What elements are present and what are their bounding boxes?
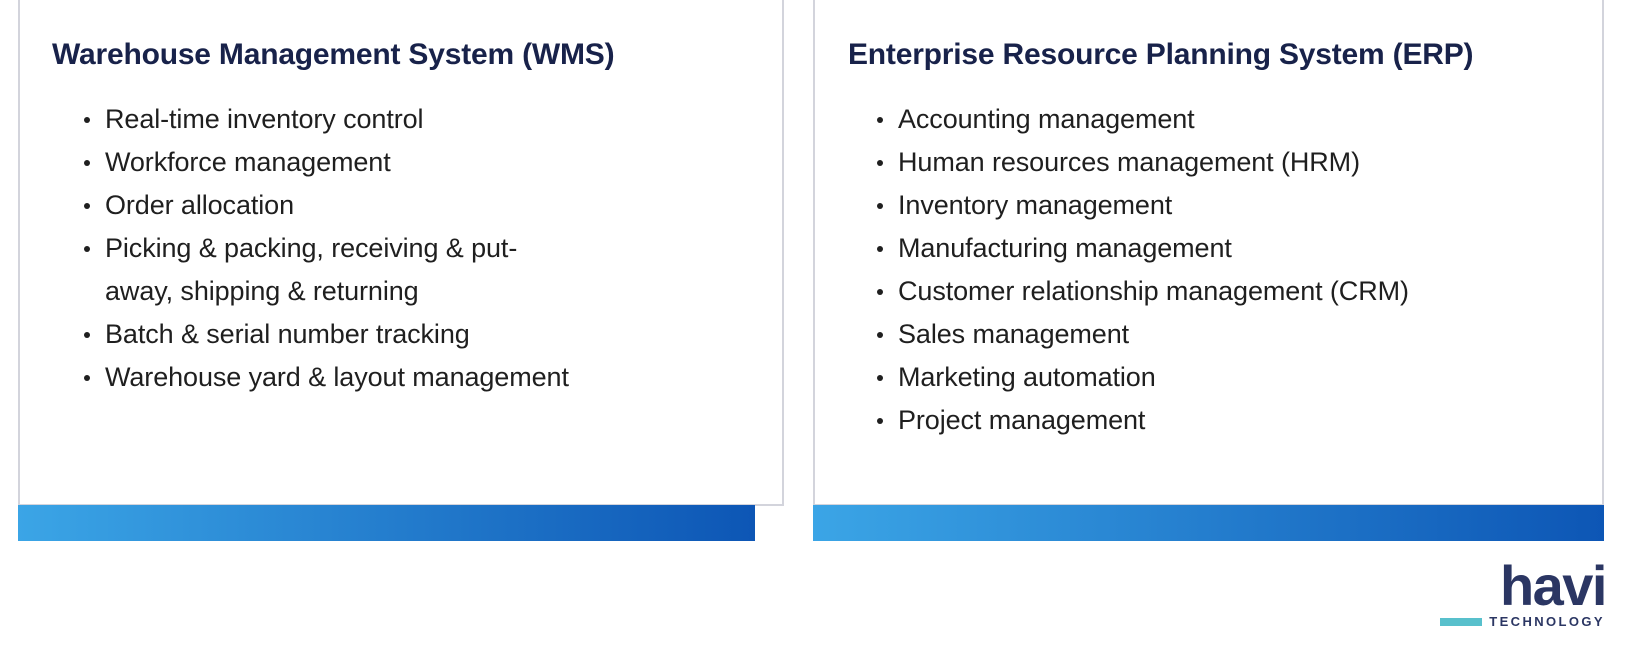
list-item-label: Picking & packing, receiving & put-away,… — [105, 233, 518, 306]
list-item-label: Marketing automation — [898, 362, 1156, 392]
list-item-label: Warehouse yard & layout management — [105, 362, 569, 392]
list-item: Marketing automation — [877, 356, 1598, 399]
accent-bar-erp — [813, 505, 1604, 541]
list-item: Batch & serial number tracking — [84, 313, 575, 356]
list-item-label: Sales management — [898, 319, 1130, 349]
list-item-label: Accounting management — [898, 104, 1195, 134]
list-item: Sales management — [877, 313, 1598, 356]
havi-technology-logo: havi TECHNOLOGY — [1432, 554, 1612, 650]
list-item-label: Order allocation — [105, 190, 294, 220]
card-erp-title: Enterprise Resource Planning System (ERP… — [848, 38, 1474, 71]
list-item: Order allocation — [84, 184, 575, 227]
card-wms-title: Warehouse Management System (WMS) — [52, 38, 615, 71]
list-item: Human resources management (HRM) — [877, 141, 1598, 184]
list-item: Manufacturing management — [877, 227, 1598, 270]
card-erp: Enterprise Resource Planning System (ERP… — [813, 0, 1604, 506]
list-item: Real-time inventory control — [84, 98, 575, 141]
logo-tagline: TECHNOLOGY — [1489, 614, 1605, 629]
list-item-label: Real-time inventory control — [105, 104, 424, 134]
list-item: Workforce management — [84, 141, 575, 184]
list-item-label: Batch & serial number tracking — [105, 319, 470, 349]
slide-canvas: Warehouse Management System (WMS) Real-t… — [0, 0, 1625, 650]
card-erp-feature-list: Accounting management Human resources ma… — [815, 98, 1602, 442]
logo-dash-icon — [1440, 617, 1483, 626]
list-item-label: Human resources management (HRM) — [898, 147, 1360, 177]
list-item: Inventory management — [877, 184, 1598, 227]
list-item-label: Inventory management — [898, 190, 1173, 220]
list-item: Customer relationship management (CRM) — [877, 270, 1598, 313]
card-wms: Warehouse Management System (WMS) Real-t… — [18, 0, 784, 506]
accent-bar-wms — [18, 505, 755, 541]
list-item-label: Workforce management — [105, 147, 391, 177]
list-item: Project management — [877, 399, 1598, 442]
logo-wordmark: havi — [1499, 554, 1608, 617]
list-item: Warehouse yard & layout management — [84, 356, 575, 399]
list-item: Picking & packing, receiving & put-away,… — [84, 227, 575, 313]
list-item-label: Manufacturing management — [898, 233, 1232, 263]
list-item-label: Project management — [898, 405, 1146, 435]
list-item-label: Customer relationship management (CRM) — [898, 276, 1409, 306]
logo-tagline-row: TECHNOLOGY — [1432, 614, 1612, 629]
list-item: Accounting management — [877, 98, 1598, 141]
card-wms-feature-list: Real-time inventory control Workforce ma… — [20, 98, 782, 399]
